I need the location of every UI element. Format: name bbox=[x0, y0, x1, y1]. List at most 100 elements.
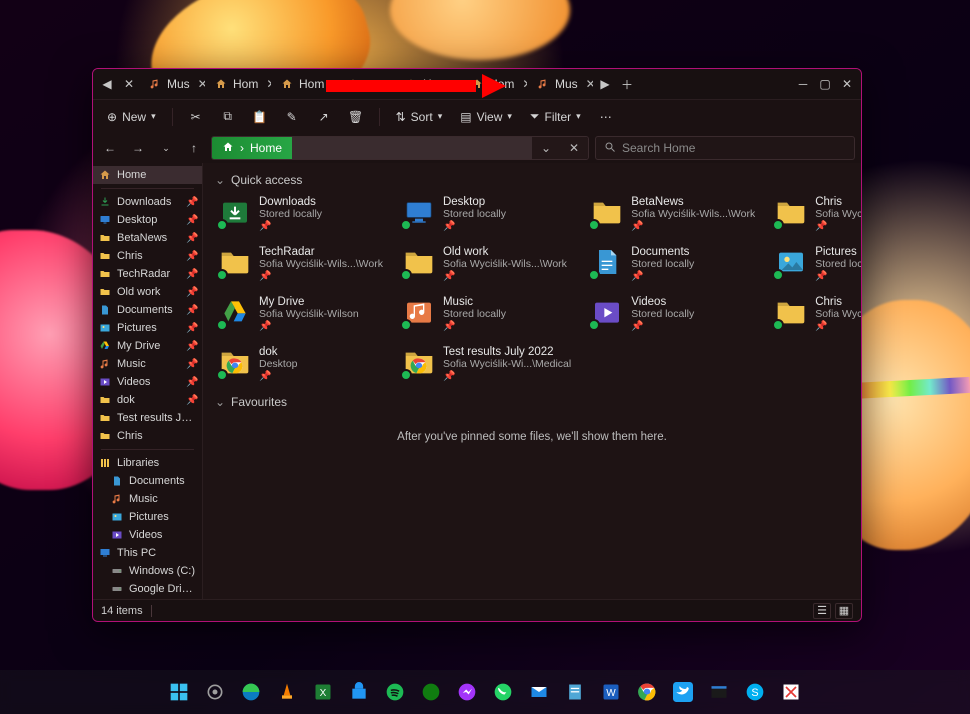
filter-button[interactable]: ⏷Filter▾ bbox=[524, 105, 587, 129]
nav-item-windows-c-[interactable]: Windows (C:) bbox=[93, 562, 202, 580]
tab-close-left-button[interactable]: ✕ bbox=[119, 74, 139, 94]
cut-button[interactable]: ✂ bbox=[183, 105, 209, 129]
nav-item-documents[interactable]: Documents bbox=[93, 472, 202, 490]
taskbar-word-icon[interactable]: W bbox=[597, 678, 625, 706]
nav-item-dok[interactable]: dok📌 bbox=[93, 391, 202, 409]
taskbar-store-icon[interactable] bbox=[345, 678, 373, 706]
quick-access-tile[interactable]: ChrisSofia Wyciślik-Wils...\Work📌 bbox=[771, 193, 861, 235]
nav-item-this-pc[interactable]: This PC bbox=[93, 544, 202, 562]
taskbar-mail-icon[interactable] bbox=[525, 678, 553, 706]
nav-item-music[interactable]: Music📌 bbox=[93, 355, 202, 373]
nav-item-test-results-july-2022[interactable]: Test results July 2022 bbox=[93, 409, 202, 427]
paste-button[interactable]: 📋 bbox=[247, 105, 273, 129]
taskbar-vlc-icon[interactable] bbox=[273, 678, 301, 706]
new-button[interactable]: ⊕New▾ bbox=[101, 105, 162, 129]
rename-button[interactable]: ✎ bbox=[279, 105, 305, 129]
taskbar-start-icon[interactable] bbox=[165, 678, 193, 706]
quick-access-tile[interactable]: BetaNewsSofia Wyciślik-Wils...\Work📌 bbox=[587, 193, 759, 235]
quick-access-tile[interactable]: DocumentsStored locally📌 bbox=[587, 243, 759, 285]
minimize-button[interactable]: ─ bbox=[793, 74, 813, 94]
close-tab-button[interactable]: ✕ bbox=[586, 77, 593, 91]
close-tab-button[interactable]: ✕ bbox=[522, 77, 527, 91]
nav-item-old-work[interactable]: Old work📌 bbox=[93, 283, 202, 301]
taskbar-edge-icon[interactable] bbox=[237, 678, 265, 706]
quick-access-tile[interactable]: DesktopStored locally📌 bbox=[399, 193, 575, 235]
navigation-pane[interactable]: HomeDownloads📌Desktop📌BetaNews📌Chris📌Tec… bbox=[93, 163, 203, 599]
recent-locations-button[interactable]: ⌄ bbox=[155, 137, 177, 159]
tiles-view-button[interactable]: ▦ bbox=[835, 603, 853, 619]
nav-item-videos[interactable]: Videos bbox=[93, 526, 202, 544]
quick-access-tile[interactable]: Old workSofia Wyciślik-Wils...\Work📌 bbox=[399, 243, 575, 285]
close-tab-button[interactable]: ✕ bbox=[198, 77, 205, 91]
sort-button[interactable]: ⇅Sort▾ bbox=[390, 105, 449, 129]
nav-item-my-drive[interactable]: My Drive📌 bbox=[93, 337, 202, 355]
back-button[interactable]: ← bbox=[99, 137, 121, 159]
nav-item-documents[interactable]: Documents📌 bbox=[93, 301, 202, 319]
search-box[interactable] bbox=[595, 136, 855, 160]
forward-button[interactable]: → bbox=[127, 137, 149, 159]
tab-scroll-right-button[interactable]: ▶ bbox=[595, 74, 615, 94]
tab-scroll-left-button[interactable]: ◀ bbox=[97, 74, 117, 94]
quick-access-tile[interactable]: DownloadsStored locally📌 bbox=[215, 193, 387, 235]
nav-item-pictures[interactable]: Pictures bbox=[93, 508, 202, 526]
tab[interactable]: Mus✕ bbox=[141, 72, 205, 96]
taskbar-spotify-icon[interactable] bbox=[381, 678, 409, 706]
taskbar-whatsapp-icon[interactable] bbox=[489, 678, 517, 706]
nav-item-downloads[interactable]: Downloads📌 bbox=[93, 193, 202, 211]
taskbar-notepad-icon[interactable] bbox=[561, 678, 589, 706]
maximize-button[interactable]: ▢ bbox=[815, 74, 835, 94]
quick-access-tile[interactable]: dokDesktop📌 bbox=[215, 343, 387, 385]
close-tab-button[interactable]: ✕ bbox=[373, 77, 387, 91]
search-input[interactable] bbox=[622, 141, 846, 155]
taskbar-xbox-icon[interactable] bbox=[417, 678, 445, 706]
details-view-button[interactable]: ☰ bbox=[813, 603, 831, 619]
view-button[interactable]: ▤View▾ bbox=[454, 105, 518, 129]
nav-item-libraries[interactable]: Libraries bbox=[93, 454, 202, 472]
quick-access-tile[interactable]: My DriveSofia Wyciślik-Wilson📌 bbox=[215, 293, 387, 335]
tab[interactable]: Hom✕ bbox=[273, 72, 337, 96]
breadcrumb-segment[interactable]: Home bbox=[250, 141, 282, 155]
nav-item-betanews[interactable]: BetaNews📌 bbox=[93, 229, 202, 247]
close-tab-button[interactable]: ✕ bbox=[266, 77, 271, 91]
taskbar-chrome-icon[interactable] bbox=[633, 678, 661, 706]
nav-item-google-drive-g-[interactable]: Google Drive (G:) bbox=[93, 580, 202, 598]
tab[interactable]: Hom✕ bbox=[463, 72, 527, 96]
quick-access-tile[interactable]: ChrisSofia Wyciślik-...\Old work📌 bbox=[771, 293, 861, 335]
nav-item-techradar[interactable]: TechRadar📌 bbox=[93, 265, 202, 283]
taskbar[interactable]: XWS bbox=[0, 670, 970, 714]
tab[interactable]: ✕ bbox=[339, 72, 395, 96]
close-window-button[interactable]: ✕ bbox=[837, 74, 857, 94]
taskbar-settings-icon[interactable] bbox=[201, 678, 229, 706]
taskbar-skype-icon[interactable]: S bbox=[741, 678, 769, 706]
close-tab-button[interactable]: ✕ bbox=[456, 77, 461, 91]
tab[interactable]: Hom✕ bbox=[397, 72, 461, 96]
content-pane[interactable]: ⌄Quick access DownloadsStored locally📌 De… bbox=[203, 163, 861, 599]
nav-item-music[interactable]: Music bbox=[93, 490, 202, 508]
new-tab-button[interactable]: ＋ bbox=[617, 74, 637, 94]
delete-button[interactable]: 🗑 bbox=[343, 105, 369, 129]
nav-item-home[interactable]: Home bbox=[93, 166, 202, 184]
quick-access-tile[interactable]: MusicStored locally📌 bbox=[399, 293, 575, 335]
nav-item-network[interactable]: Network bbox=[93, 598, 202, 599]
taskbar-snip-icon[interactable] bbox=[777, 678, 805, 706]
taskbar-twitter-icon[interactable] bbox=[669, 678, 697, 706]
nav-item-videos[interactable]: Videos📌 bbox=[93, 373, 202, 391]
tab[interactable]: Mus✕ bbox=[529, 72, 593, 96]
quick-access-tile[interactable]: PicturesStored locally📌 bbox=[771, 243, 861, 285]
quick-access-tile[interactable]: VideosStored locally📌 bbox=[587, 293, 759, 335]
copy-button[interactable]: ⧉ bbox=[215, 105, 241, 129]
more-button[interactable]: ⋯ bbox=[593, 105, 619, 129]
share-button[interactable]: ↗ bbox=[311, 105, 337, 129]
taskbar-excel-icon[interactable]: X bbox=[309, 678, 337, 706]
nav-item-chris[interactable]: Chris📌 bbox=[93, 247, 202, 265]
address-clear-button[interactable]: ✕ bbox=[560, 137, 588, 159]
taskbar-winver-icon[interactable] bbox=[705, 678, 733, 706]
tab[interactable]: Hom✕ bbox=[207, 72, 271, 96]
quick-access-tile[interactable]: TechRadarSofia Wyciślik-Wils...\Work📌 bbox=[215, 243, 387, 285]
address-bar[interactable]: › Home ⌄ ✕ bbox=[211, 136, 589, 160]
nav-item-pictures[interactable]: Pictures📌 bbox=[93, 319, 202, 337]
address-history-button[interactable]: ⌄ bbox=[532, 137, 560, 159]
nav-item-chris[interactable]: Chris bbox=[93, 427, 202, 445]
quick-access-header[interactable]: ⌄Quick access bbox=[215, 173, 849, 187]
favourites-header[interactable]: ⌄Favourites bbox=[215, 395, 849, 409]
